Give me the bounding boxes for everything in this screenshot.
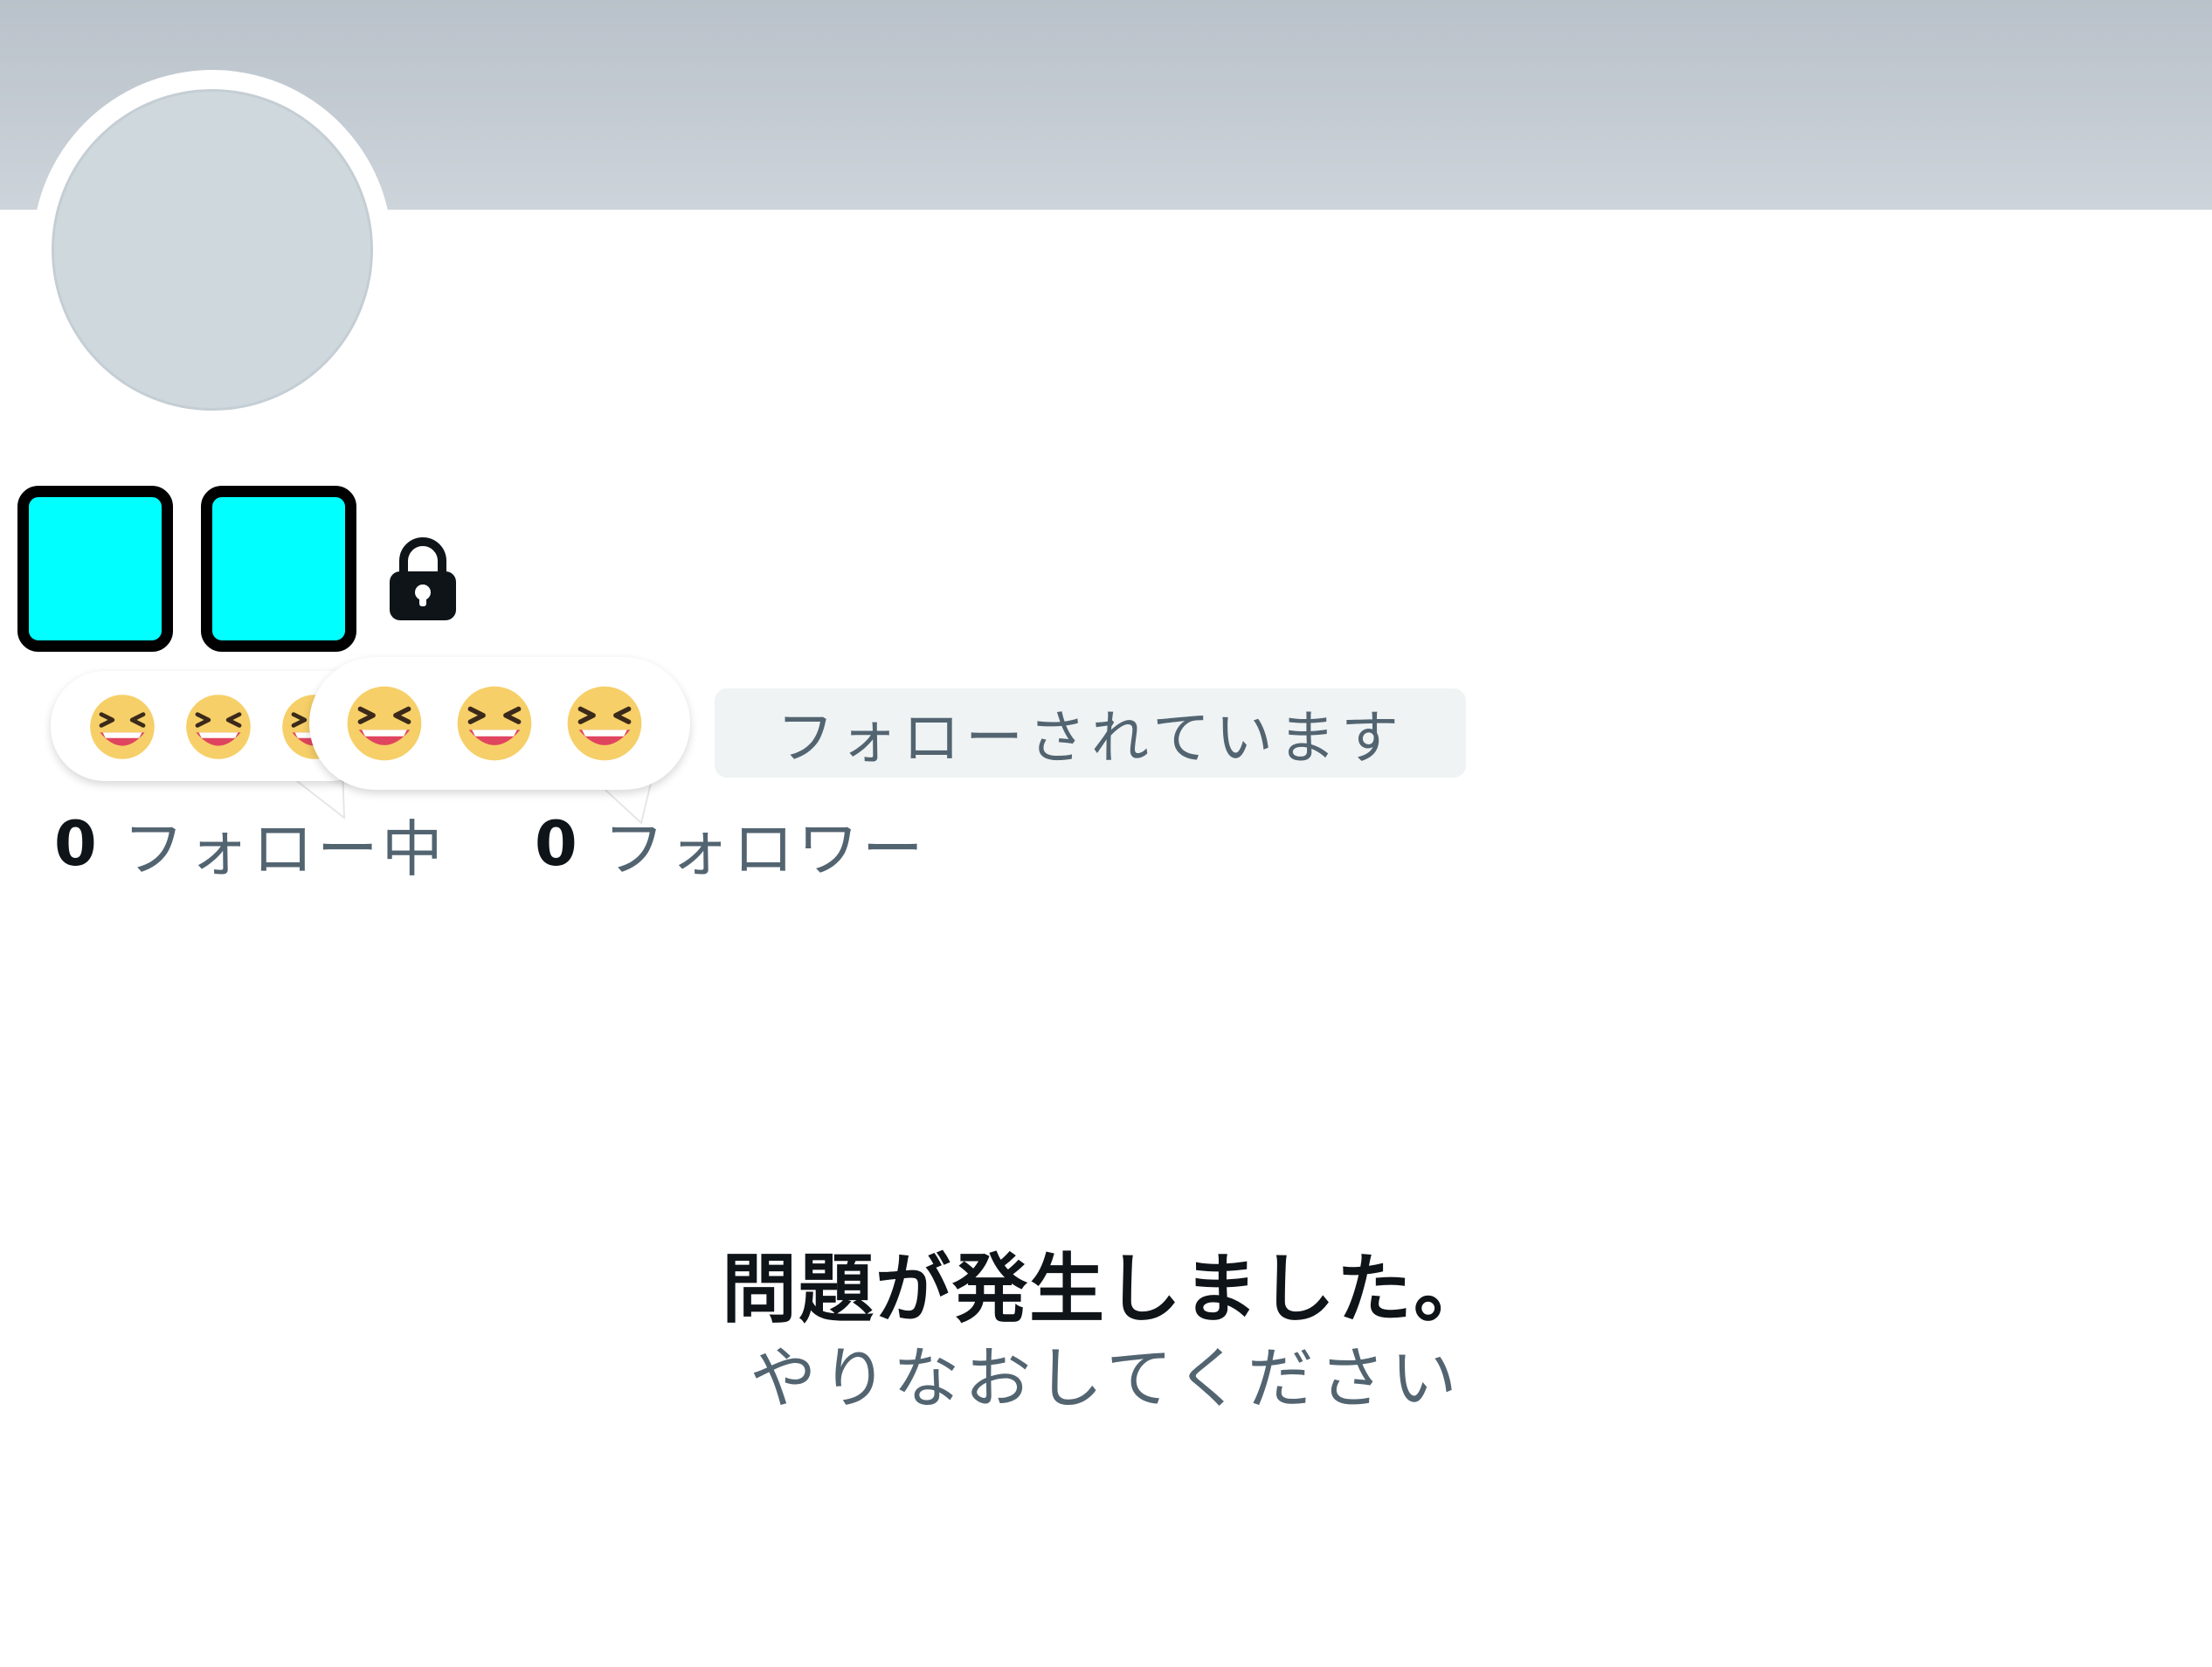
avatar-placeholder <box>52 89 373 411</box>
error-retry-link[interactable]: やりなおしてください <box>0 1325 2212 1421</box>
laughing-face-emoji <box>347 686 422 761</box>
laughing-face-emoji <box>186 695 251 759</box>
followers-count-link[interactable]: 0 フォロワー <box>535 806 927 885</box>
laughing-face-emoji <box>457 686 532 761</box>
followers-count: 0 <box>535 808 577 880</box>
reaction-bubble <box>309 657 690 790</box>
lock-icon <box>390 537 456 620</box>
followers-label: フォロワー <box>603 813 927 885</box>
follows-you-badge: フォローされています <box>715 688 1466 778</box>
follows-you-label: フォローされています <box>776 704 1405 771</box>
following-count: 0 <box>54 808 97 880</box>
following-label: フォロー中 <box>122 813 446 885</box>
error-title: 問題が発生しました。 <box>722 1246 1490 1333</box>
laughing-face-emoji <box>567 686 642 761</box>
redacted-name-block <box>201 486 356 652</box>
laughing-face-emoji <box>90 695 155 759</box>
profile-avatar[interactable] <box>32 70 392 430</box>
following-count-link[interactable]: 0 フォロー中 <box>54 806 446 885</box>
redacted-name-block <box>17 486 173 652</box>
